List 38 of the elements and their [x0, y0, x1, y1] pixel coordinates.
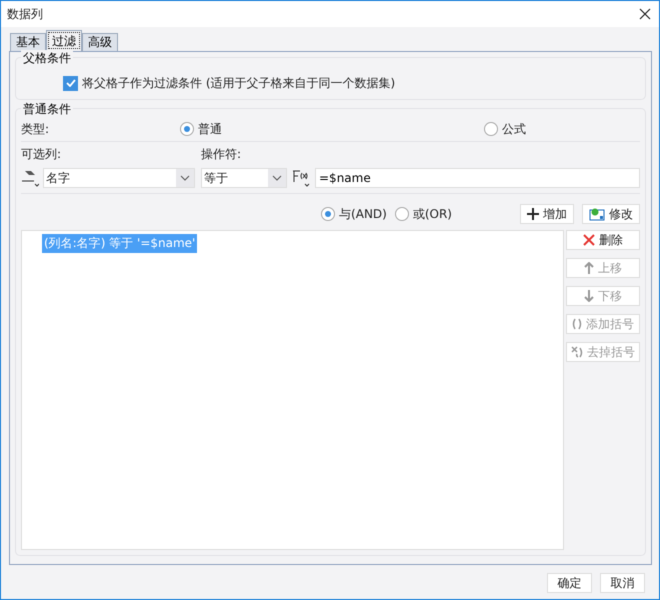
- radio-label: 普通: [198, 120, 222, 138]
- radio-label: 与(AND): [339, 206, 387, 222]
- formula-field[interactable]: =$name: [315, 168, 640, 188]
- radio-button[interactable]: [484, 122, 498, 136]
- window-title: 数据列: [7, 6, 43, 22]
- operator-label: 操作符:: [201, 146, 242, 162]
- type-label: 类型:: [21, 120, 50, 138]
- formula-icon[interactable]: [291, 168, 311, 188]
- radio-button[interactable]: [180, 122, 194, 136]
- parentheses-remove-icon: [571, 346, 583, 358]
- plus-icon: [527, 208, 539, 220]
- tab[interactable]: 高级: [82, 33, 118, 51]
- tab[interactable]: 过滤: [46, 30, 82, 51]
- parentheses-icon: [572, 318, 582, 330]
- radio-button[interactable]: [321, 207, 336, 221]
- checkbox-label: 将父格子作为过滤条件 (适用于父子格来自于同一个数据集): [82, 74, 396, 92]
- chevron-icon: [180, 175, 190, 181]
- arrow-down-icon: [584, 290, 594, 302]
- add-button[interactable]: 增加: [520, 204, 574, 224]
- tab[interactable]: 基本: [10, 33, 46, 51]
- group-title: 普通条件: [21, 101, 73, 118]
- close-icon[interactable]: [639, 8, 651, 20]
- modify-button[interactable]: 修改: [582, 204, 640, 224]
- group-title: 父格条件: [21, 50, 73, 67]
- radio-label: 公式: [502, 120, 526, 138]
- radio-button[interactable]: [394, 207, 409, 221]
- cancel-button[interactable]: 取消: [600, 573, 645, 593]
- chevron-icon: [272, 175, 282, 181]
- column-label: 可选列:: [21, 146, 62, 162]
- checkbox[interactable]: [63, 76, 78, 90]
- text-column-icon: [21, 169, 39, 187]
- close-icon: [583, 234, 595, 246]
- column-dropdown[interactable]: 名字: [43, 168, 195, 188]
- operator-dropdown[interactable]: 等于: [201, 168, 287, 188]
- arrow-up-icon: [584, 262, 594, 274]
- delete-button[interactable]: 删除: [566, 230, 640, 250]
- ok-button[interactable]: 确定: [547, 573, 592, 593]
- radio-label: 或(OR): [412, 206, 452, 222]
